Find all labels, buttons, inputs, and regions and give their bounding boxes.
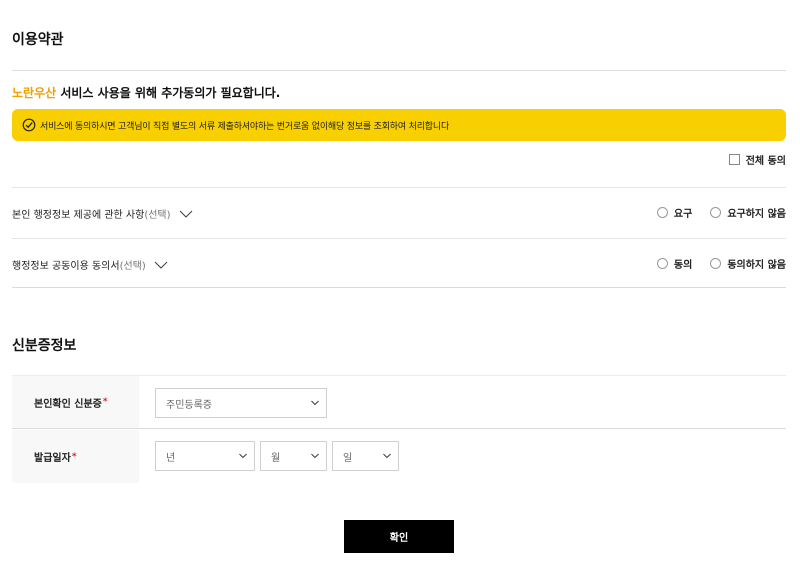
chevron-down-icon	[179, 209, 193, 219]
term-row-shared-use: 행정정보 공동이용 동의서 (선택) 동의 동의하지 않음	[12, 238, 786, 288]
radio-label: 동의하지 않음	[727, 260, 786, 271]
id-section-title: 신분증정보	[12, 338, 77, 354]
term-radio-group: 동의 동의하지 않음	[639, 256, 786, 271]
day-select[interactable]: 일	[332, 441, 399, 471]
term-optional-tag: (선택)	[144, 210, 171, 221]
notice-text: 서비스 사용을 위해 추가동의가 필요합니다.	[56, 86, 281, 100]
term-toggle-shared-use[interactable]: 행정정보 공동이용 동의서 (선택)	[12, 257, 168, 272]
form-label-issue-date: 발급일자 *	[12, 430, 139, 483]
label-text: 본인확인 신분증	[34, 398, 102, 410]
confirm-button[interactable]: 확인	[344, 520, 454, 553]
terms-section-title: 이용약관	[12, 32, 64, 48]
radio-circle[interactable]	[656, 258, 668, 269]
all-agree-label: 전체 동의	[745, 156, 786, 167]
radio-option-request[interactable]: 요구	[656, 205, 693, 220]
year-select[interactable]: 년	[155, 441, 255, 471]
chevron-down-icon	[238, 452, 248, 460]
id-form-table: 본인확인 신분증 * 주민등록증 발급일자 * 년 월 일	[12, 375, 786, 483]
check-circle-icon	[22, 118, 36, 132]
term-radio-group: 요구 요구하지 않음	[639, 205, 786, 220]
brand-name: 노란우산	[12, 86, 57, 100]
form-label-id-type: 본인확인 신분증 *	[12, 376, 139, 428]
term-row-admin-info: 본인 행정정보 제공에 관한 사항 (선택) 요구 요구하지 않음	[12, 187, 786, 237]
banner-text: 서비스에 동의하시면 고객님이 직접 별도의 서류 제출하셔야하는 번거로움 없…	[40, 121, 450, 132]
form-row-issue-date: 발급일자 * 년 월 일	[12, 430, 786, 483]
select-placeholder: 년	[166, 452, 176, 464]
term-optional-tag: (선택)	[119, 261, 146, 272]
radio-option-disagree[interactable]: 동의하지 않음	[710, 256, 786, 271]
radio-label: 요구하지 않음	[727, 209, 786, 220]
radio-circle[interactable]	[656, 207, 668, 218]
radio-circle[interactable]	[710, 258, 722, 269]
month-select[interactable]: 월	[260, 441, 327, 471]
form-row-id-type: 본인확인 신분증 * 주민등록증	[12, 376, 786, 429]
radio-label: 동의	[673, 260, 693, 271]
page: 이용약관 노란우산 서비스 사용을 위해 추가동의가 필요합니다. 서비스에 동…	[0, 0, 800, 567]
required-mark: *	[102, 397, 108, 407]
chevron-down-icon	[310, 399, 320, 407]
label-text: 발급일자	[34, 453, 71, 464]
term-toggle-admin-info[interactable]: 본인 행정정보 제공에 관한 사항 (선택)	[12, 206, 193, 221]
id-type-select[interactable]: 주민등록증	[155, 388, 327, 418]
radio-circle[interactable]	[710, 207, 722, 218]
radio-option-agree[interactable]: 동의	[656, 256, 693, 271]
checkbox-box[interactable]	[728, 154, 740, 165]
section-divider	[12, 70, 786, 71]
select-placeholder: 일	[343, 452, 353, 464]
chevron-down-icon	[154, 260, 168, 270]
radio-option-not-request[interactable]: 요구하지 않음	[710, 205, 786, 220]
consent-notice: 노란우산 서비스 사용을 위해 추가동의가 필요합니다.	[12, 84, 280, 101]
chevron-down-icon	[382, 452, 392, 460]
radio-label: 요구	[673, 209, 693, 220]
term-title: 행정정보 공동이용 동의서	[12, 261, 120, 272]
chevron-down-icon	[310, 452, 320, 460]
all-agree-checkbox[interactable]: 전체 동의	[728, 152, 786, 167]
info-banner: 서비스에 동의하시면 고객님이 직접 별도의 서류 제출하셔야하는 번거로움 없…	[12, 109, 786, 141]
select-placeholder: 월	[271, 452, 281, 464]
term-title: 본인 행정정보 제공에 관한 사항	[12, 210, 145, 221]
required-mark: *	[71, 451, 77, 462]
select-value: 주민등록증	[166, 399, 212, 411]
